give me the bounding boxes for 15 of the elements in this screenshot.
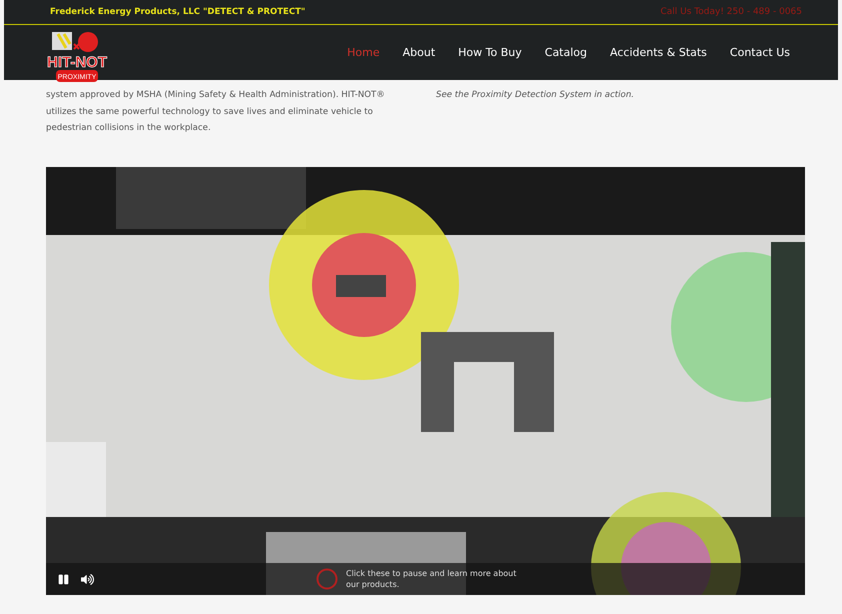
video-hint: Click these to pause and learn more about our products.	[346, 568, 518, 590]
volume-button[interactable]	[81, 572, 94, 586]
intro-text: utilizes the same powerful technology to save lives and eliminate vehicle to	[46, 106, 374, 118]
pause-button[interactable]	[58, 574, 69, 584]
nav-link[interactable]: Accidents & Stats	[610, 46, 707, 59]
ring-icon	[316, 568, 338, 590]
nav-link[interactable]: Contact Us	[730, 46, 790, 59]
nav-link[interactable]: How To Buy	[458, 46, 522, 59]
phone-number: Call Us Today! 250 - 489 - 0065	[660, 7, 802, 17]
nav-link[interactable]: About	[402, 46, 436, 59]
tagline: Frederick Energy Products, LLC "DETECT & PROTECT"	[50, 7, 306, 17]
video-caption: See the Proximity Detection System in action.	[436, 89, 634, 102]
nav-link[interactable]: Catalog	[544, 46, 588, 59]
intro-text: system approved by MSHA (Mining Safety & Health Administration). HIT-NOT®	[46, 89, 386, 102]
intro-text: pedestrian collisions in the workplace.	[46, 122, 212, 135]
